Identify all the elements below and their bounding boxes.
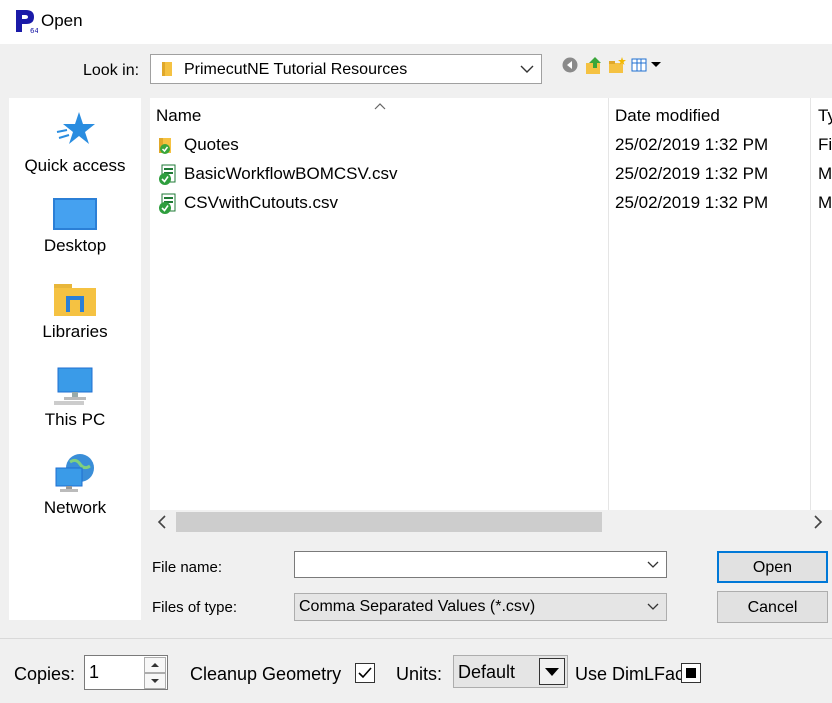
file-row[interactable]: BasicWorkflowBOMCSV.csv 25/02/2019 1:32 …: [150, 160, 832, 189]
lookin-label: Look in:: [83, 62, 140, 79]
csv-file-icon: [157, 193, 177, 220]
view-menu-icon[interactable]: [631, 56, 665, 76]
network-icon: [9, 452, 141, 494]
horizontal-scrollbar[interactable]: [150, 510, 832, 534]
place-label: Quick access: [24, 156, 126, 175]
file-date: 25/02/2019 1:32 PM: [615, 193, 769, 212]
cleanup-geometry-checkbox[interactable]: [355, 663, 375, 683]
place-quick-access[interactable]: Quick access: [9, 108, 141, 176]
open-dialog: 64 Open Look in: PrimecutNE Tutorial Res…: [0, 0, 832, 703]
chevron-down-icon[interactable]: [646, 558, 660, 577]
file-type: M: [818, 193, 832, 212]
file-list[interactable]: Name Date modified Ty Quotes 25/02/2019 …: [150, 98, 832, 510]
file-name: CSVwithCutouts.csv: [184, 193, 338, 212]
file-type: Fi: [818, 135, 832, 154]
copies-label: Copies:: [14, 664, 76, 684]
app-icon-badge: 64: [30, 27, 38, 34]
place-network[interactable]: Network: [9, 452, 141, 518]
separator: [0, 638, 832, 639]
spin-up-button[interactable]: [144, 657, 166, 673]
file-row[interactable]: CSVwithCutouts.csv 25/02/2019 1:32 PM M: [150, 189, 832, 218]
units-dropdown[interactable]: Default: [453, 655, 568, 688]
file-date: 25/02/2019 1:32 PM: [615, 135, 769, 154]
column-header-type[interactable]: Ty: [818, 106, 832, 126]
title-bar: [0, 0, 832, 44]
folder-icon: [157, 135, 177, 160]
filetype-value: Comma Separated Values (*.csv): [299, 598, 536, 615]
scrollbar-thumb[interactable]: [176, 512, 602, 532]
filetype-label: Files of type:: [152, 599, 238, 616]
computer-icon: [9, 366, 141, 406]
up-folder-icon[interactable]: [584, 56, 604, 76]
copies-stepper[interactable]: 1: [84, 655, 168, 690]
place-libraries[interactable]: Libraries: [9, 282, 141, 342]
chevron-down-icon: [646, 600, 660, 619]
use-dimlfac-checkbox[interactable]: [681, 663, 701, 683]
places-bar: Quick access Desktop Libraries This PC N…: [9, 98, 141, 620]
new-folder-icon[interactable]: [607, 56, 627, 76]
filename-input[interactable]: [299, 552, 639, 576]
file-row[interactable]: Quotes 25/02/2019 1:32 PM Fi: [150, 131, 832, 160]
filetype-dropdown[interactable]: Comma Separated Values (*.csv): [294, 593, 667, 621]
copies-value[interactable]: 1: [89, 662, 99, 683]
sort-ascending-icon: [373, 98, 387, 116]
place-this-pc[interactable]: This PC: [9, 366, 141, 430]
place-label: Network: [43, 498, 107, 517]
column-header-name[interactable]: Name: [156, 106, 201, 126]
spin-down-button[interactable]: [144, 673, 166, 689]
lookin-dropdown[interactable]: PrimecutNE Tutorial Resources: [150, 54, 542, 84]
desktop-icon: [9, 196, 141, 232]
file-name: Quotes: [184, 135, 239, 154]
scroll-left-icon[interactable]: [156, 514, 168, 535]
filename-field[interactable]: [294, 551, 667, 578]
scroll-right-icon[interactable]: [812, 514, 824, 535]
file-name: BasicWorkflowBOMCSV.csv: [184, 164, 398, 183]
file-type: M: [818, 164, 832, 183]
indeterminate-mark: [686, 668, 696, 678]
units-value: Default: [458, 662, 516, 682]
file-date: 25/02/2019 1:32 PM: [615, 164, 769, 183]
folder-icon: [159, 60, 177, 83]
place-desktop[interactable]: Desktop: [9, 196, 141, 256]
back-icon[interactable]: [561, 56, 581, 76]
cleanup-geometry-label: Cleanup Geometry: [190, 664, 342, 684]
units-label: Units:: [396, 664, 443, 684]
place-label: Libraries: [42, 322, 108, 341]
cancel-button[interactable]: Cancel: [717, 591, 828, 623]
column-header-date[interactable]: Date modified: [615, 106, 720, 126]
lookin-value: PrimecutNE Tutorial Resources: [184, 61, 408, 78]
open-button[interactable]: Open: [717, 551, 828, 583]
filename-label: File name:: [152, 559, 223, 576]
use-dimlfac-label: Use DimLFac: [575, 664, 685, 684]
dropdown-arrow-icon[interactable]: [539, 658, 565, 685]
star-icon: [9, 108, 141, 152]
chevron-down-icon: [519, 61, 535, 82]
csv-file-icon: [157, 164, 177, 191]
app-icon: 64: [14, 8, 39, 35]
libraries-icon: [9, 282, 141, 318]
place-label: Desktop: [43, 236, 107, 255]
window-title: Open: [41, 11, 83, 30]
place-label: This PC: [44, 410, 106, 429]
